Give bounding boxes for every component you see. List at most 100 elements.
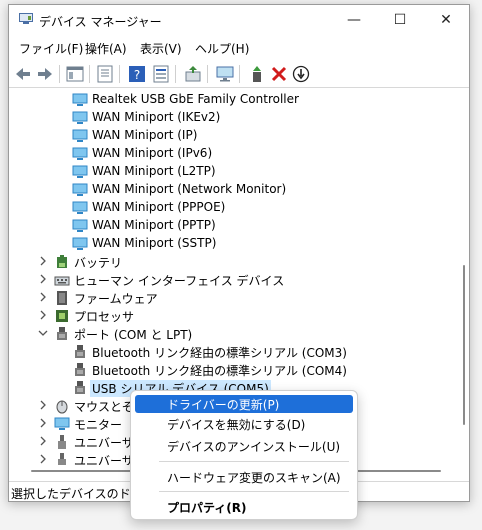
tree-item-label: WAN Miniport (IP)	[92, 128, 198, 142]
show-hidden-devices-icon[interactable]	[151, 64, 171, 84]
chevron-right-icon[interactable]	[38, 292, 48, 302]
menu-file[interactable]: ファイル(F)	[19, 40, 83, 57]
tree-item-port-com3[interactable]: Bluetooth リンク経由の標準シリアル (COM3)	[10, 343, 456, 361]
tree-category-firmware[interactable]: ファームウェア	[10, 289, 456, 307]
tree-item-label: WAN Miniport (PPPOE)	[92, 200, 226, 214]
menu-separator	[159, 491, 349, 492]
tree-item-network-adapter[interactable]: WAN Miniport (PPPOE)	[10, 199, 456, 217]
network-adapter-icon	[72, 129, 88, 142]
tree-item-network-adapter[interactable]: Realtek USB GbE Family Controller	[10, 91, 456, 109]
menu-item-uninstall-device[interactable]: デバイスのアンインストール(U)	[135, 437, 353, 455]
tree-item-label: WAN Miniport (SSTP)	[92, 236, 217, 250]
menu-item-label: デバイスのアンインストール(U)	[167, 440, 341, 454]
tree-item-label: Bluetooth リンク経由の標準シリアル (COM3)	[92, 346, 347, 360]
tree-item-network-adapter[interactable]: WAN Miniport (L2TP)	[10, 163, 456, 181]
tree-item-label: WAN Miniport (IKEv2)	[92, 110, 221, 124]
network-adapter-icon	[72, 147, 88, 160]
tree-item-label: WAN Miniport (IPv6)	[92, 146, 213, 160]
tree-item-label: ファームウェア	[74, 292, 158, 306]
back-arrow-icon[interactable]	[13, 64, 33, 84]
tree-category-battery[interactable]: バッテリ	[10, 253, 456, 271]
disable-device-down-arrow-icon[interactable]	[291, 64, 311, 84]
tree-item-label: Bluetooth リンク経由の標準シリアル (COM4)	[92, 364, 347, 378]
serial-port-icon	[75, 381, 85, 394]
show-hide-console-tree-icon[interactable]	[65, 64, 85, 84]
tree-category-ports[interactable]: ポート (COM と LPT)	[10, 325, 456, 343]
menu-item-disable-device[interactable]: デバイスを無効にする(D)	[135, 415, 353, 433]
tree-item-network-adapter[interactable]: WAN Miniport (SSTP)	[10, 235, 456, 253]
processor-icon	[56, 310, 68, 322]
uninstall-device-x-icon[interactable]	[269, 64, 289, 84]
menu-view[interactable]: 表示(V)	[140, 40, 182, 57]
tree-item-network-adapter[interactable]: WAN Miniport (PPTP)	[10, 217, 456, 235]
battery-icon	[57, 255, 67, 268]
tree-item-label: ヒューマン インターフェイス デバイス	[74, 274, 285, 288]
tree-item-label: Realtek USB GbE Family Controller	[92, 92, 299, 106]
serial-port-icon	[75, 363, 85, 376]
maximize-button[interactable]: ☐	[377, 5, 423, 35]
network-adapter-icon	[72, 165, 88, 178]
tree-item-network-adapter[interactable]: WAN Miniport (IPv6)	[10, 145, 456, 163]
network-adapter-icon	[72, 111, 88, 124]
network-adapter-icon	[72, 183, 88, 196]
update-driver-icon[interactable]	[183, 64, 203, 84]
menu-item-scan-hardware[interactable]: ハードウェア変更のスキャン(A)	[135, 468, 353, 486]
menu-help[interactable]: ヘルプ(H)	[195, 40, 249, 57]
usb-controller-icon	[58, 453, 66, 465]
computer-monitor-icon[interactable]	[215, 64, 235, 84]
toolbar: ?	[9, 61, 469, 88]
close-button[interactable]: ✕	[423, 5, 469, 35]
tree-item-label: モニター	[74, 418, 123, 432]
tree-item-label: WAN Miniport (PPTP)	[92, 218, 216, 232]
tree-category-processor[interactable]: プロセッサ	[10, 307, 456, 325]
menu-item-label: ドライバーの更新(P)	[167, 398, 280, 412]
network-adapter-icon	[72, 237, 88, 250]
firmware-chip-icon	[57, 291, 67, 305]
device-manager-app-icon	[19, 13, 33, 24]
tree-item-label: ポート (COM と LPT)	[74, 328, 193, 342]
menu-item-label: デバイスを無効にする(D)	[167, 418, 306, 432]
keyboard-hid-icon	[54, 276, 70, 286]
enable-device-icon[interactable]	[247, 64, 267, 84]
tree-item-label: WAN Miniport (L2TP)	[92, 164, 216, 178]
forward-arrow-icon[interactable]	[35, 64, 55, 84]
menu-bar: ファイル(F) 操作(A) 表示(V) ヘルプ(H)	[9, 37, 469, 59]
menu-item-properties[interactable]: プロパティ(R)	[135, 498, 353, 516]
chevron-down-icon[interactable]	[38, 328, 48, 338]
menu-item-update-driver[interactable]: ドライバーの更新(P)	[135, 395, 353, 413]
chevron-right-icon[interactable]	[38, 274, 48, 284]
tree-item-label: WAN Miniport (Network Monitor)	[92, 182, 287, 196]
tree-category-hid[interactable]: ヒューマン インターフェイス デバイス	[10, 271, 456, 289]
chevron-right-icon[interactable]	[38, 418, 48, 428]
tree-item-port-com4[interactable]: Bluetooth リンク経由の標準シリアル (COM4)	[10, 361, 456, 379]
monitor-icon	[54, 417, 70, 430]
menu-item-label: プロパティ(R)	[167, 501, 247, 515]
properties-sheet-icon[interactable]	[95, 64, 115, 84]
chevron-right-icon[interactable]	[38, 310, 48, 320]
title-bar: デバイス マネージャー — ☐ ✕	[9, 5, 469, 35]
tree-item-network-adapter[interactable]: WAN Miniport (IP)	[10, 127, 456, 145]
serial-port-icon	[75, 345, 85, 358]
tree-item-label: バッテリ	[74, 256, 123, 270]
menu-item-label: ハードウェア変更のスキャン(A)	[167, 471, 341, 485]
chevron-right-icon[interactable]	[38, 436, 48, 446]
vertical-scrollbar[interactable]	[463, 265, 465, 425]
tree-item-label: プロセッサ	[74, 310, 135, 324]
chevron-right-icon[interactable]	[38, 400, 48, 410]
tree-item-network-adapter[interactable]: WAN Miniport (IKEv2)	[10, 109, 456, 127]
chevron-right-icon[interactable]	[38, 454, 48, 464]
usb-controller-icon	[58, 435, 66, 449]
network-adapter-icon	[72, 219, 88, 232]
network-adapter-icon	[72, 93, 88, 106]
serial-port-icon	[57, 327, 67, 340]
menu-separator	[159, 461, 349, 462]
window-title: デバイス マネージャー	[39, 15, 162, 29]
mouse-icon	[56, 400, 68, 414]
help-icon[interactable]: ?	[127, 64, 147, 84]
network-adapter-icon	[72, 201, 88, 214]
chevron-right-icon[interactable]	[38, 256, 48, 266]
minimize-button[interactable]: —	[331, 5, 377, 35]
tree-item-network-adapter[interactable]: WAN Miniport (Network Monitor)	[10, 181, 456, 199]
svg-text:?: ?	[134, 68, 140, 82]
menu-action[interactable]: 操作(A)	[85, 40, 127, 57]
